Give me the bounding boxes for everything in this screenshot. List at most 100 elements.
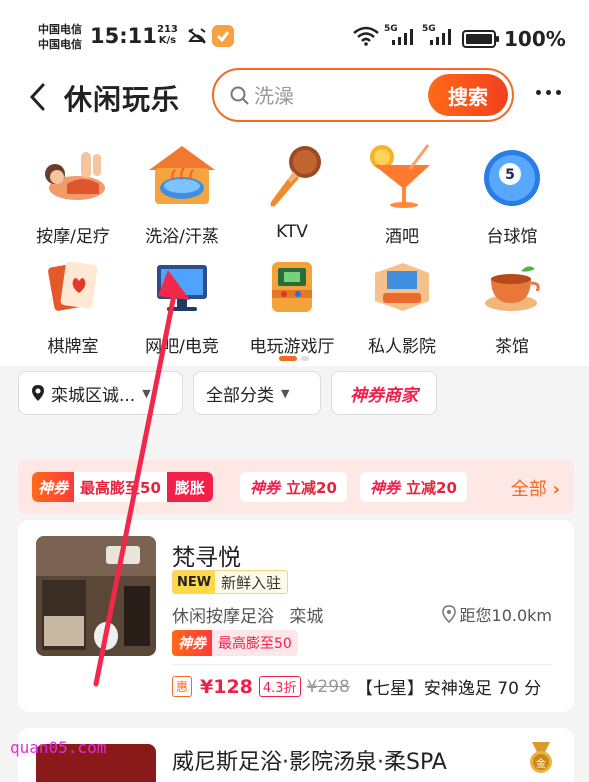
category-label: 私人影院 [368,337,436,357]
page-title: 休闲玩乐 [64,83,181,116]
coupon-tag: 神券 [172,630,212,656]
billiard-ball-icon: 5 [484,150,540,206]
distance-text: 距您10.0km [459,606,552,625]
coupon-text: 最高膨至50 [218,636,292,652]
divider [172,664,552,665]
watermark: quan05.com [10,738,107,757]
location-filter[interactable]: 栾城区诚... ▼ [18,371,183,415]
clock: 15:11 [90,24,157,48]
battery-percent: 100% [504,27,566,51]
coupon-instant-1[interactable]: 神券 立减20 [240,472,347,502]
shop-area: 栾城 [289,607,324,627]
carrier-2: 中国电信 [38,38,82,51]
search-input[interactable] [254,82,414,110]
cinema-icon [375,263,429,311]
coupon-tag: 神券 [370,478,401,497]
page-header: 休闲玩乐 搜索 [0,68,589,128]
deal-original-price: ¥298 [306,676,350,697]
deal-name: 【七星】安神逸足 70 分 [355,679,542,699]
category-filter[interactable]: 全部分类 ▼ [193,371,321,415]
speed-value: 213 [157,24,178,35]
speed-unit: K/s [158,35,177,46]
shop-distance: 距您10.0km [441,602,552,626]
shop-category: 休闲按摩足浴 [172,607,274,627]
category-teahouse[interactable]: 茶馆 [453,248,571,357]
medal-label: 金 [536,757,546,770]
chevron-down-icon: ▼ [281,386,290,400]
shop-meta: 休闲按摩足浴 栾城 [172,602,323,627]
carrier-1: 中国电信 [38,23,82,36]
new-shop-badge: NEW 新鲜入驻 [172,570,289,594]
coupon-swell[interactable]: 神券 最高膨至50 膨胀 [32,472,213,502]
more-menu-icon[interactable] [536,90,561,95]
category-label: 按摩/足疗 [36,227,110,247]
shop-coupon-badge: 神券 最高膨至50 [172,630,298,656]
category-bar[interactable]: 酒吧 [343,138,461,247]
alarm-off-icon [188,28,206,44]
category-billiards[interactable]: 5 台球馆 [453,138,571,247]
category-bath[interactable]: 洗浴/汗蒸 [123,138,241,247]
coupon-strip: 神券 最高膨至50 膨胀 神券 立减20 神券 立减20 全部 › [18,460,574,514]
all-coupons-link[interactable]: 全部 › [511,475,560,501]
tea-cup-icon [485,266,540,311]
category-chess-cards[interactable]: 棋牌室 [14,248,132,357]
deal-row[interactable]: 惠 ¥128 4.3折 ¥298 【七星】安神逸足 70 分 [172,674,541,699]
all-coupons-label: 全部 [510,479,547,500]
category-internet-cafe[interactable]: 网吧/电竞 [123,248,241,357]
shop-name: 威尼斯足浴·影院汤泉·柔SPA [172,750,447,775]
microphone-icon [270,146,321,207]
filter-bar: 栾城区诚... ▼ 全部分类 ▼ 神券商家 [0,366,589,424]
chevron-right-icon: › [552,479,560,500]
deal-discount: 4.3折 [258,676,301,697]
category-pager [279,356,309,361]
category-label: 棋牌室 [47,337,99,357]
search-button[interactable]: 搜索 [428,74,508,116]
category-label: 电玩游戏厅 [249,337,335,357]
shop-name: 梵寻悦 [172,545,241,571]
app-shield-icon [212,25,234,47]
shop-photo [36,536,156,656]
arcade-icon [272,262,312,312]
category-ktv[interactable]: KTV [233,138,351,242]
battery-icon [462,30,499,48]
location-pin-icon [32,385,44,401]
category-grid: 按摩/足疗 洗浴/汗蒸 KTV 酒吧 5 台球馆 棋牌室 网吧/电竞 电玩游戏厅… [0,128,589,366]
category-massage[interactable]: 按摩/足疗 [14,138,132,247]
search-icon [230,86,249,105]
location-pin-icon [441,605,456,623]
merchant-filter-label: 神券商家 [350,385,418,406]
bath-icon [149,146,215,204]
chevron-down-icon: ▼ [142,386,151,400]
coupon-text: 立减20 [406,478,457,497]
coupon-instant-2[interactable]: 神券 立减20 [360,472,467,502]
signal-1-icon [392,29,413,45]
back-arrow-icon[interactable] [28,82,46,112]
deal-tag: 惠 [172,676,193,697]
network-speed: 213 K/s [157,24,178,46]
search-box[interactable]: 搜索 [212,68,514,122]
merchant-filter[interactable]: 神券商家 [331,371,437,415]
category-label: 网吧/电竞 [145,337,219,357]
deal-price: ¥128 [200,675,253,698]
cocktail-icon [370,144,430,208]
svg-text:5: 5 [505,167,515,183]
gold-medal-icon: 金 [530,742,552,773]
battery-indicator: 100% [462,27,566,51]
category-label: KTV [276,222,308,242]
category-arcade[interactable]: 电玩游戏厅 [233,248,351,357]
category-label: 酒吧 [385,227,419,247]
coupon-text: 立减20 [286,478,337,497]
category-filter-label: 全部分类 [206,385,274,406]
shop-card[interactable]: 梵寻悦 NEW 新鲜入驻 休闲按摩足浴 栾城 距您10.0km 神券 最高膨至5… [18,520,574,712]
category-label: 台球馆 [486,227,538,247]
category-label: 洗浴/汗蒸 [145,227,219,247]
location-filter-label: 栾城区诚... [51,385,136,406]
coupon-text: 最高膨至50 [80,478,161,497]
swell-button: 膨胀 [166,472,213,502]
carrier-labels: 中国电信 中国电信 [38,22,82,52]
category-private-cinema[interactable]: 私人影院 [343,248,461,357]
coupon-tag: 神券 [250,478,281,497]
category-label: 茶馆 [495,337,529,357]
status-bar: 中国电信 中国电信 15:11 213 K/s 5G 5G 100% [0,0,589,68]
new-tag: NEW [173,571,216,593]
